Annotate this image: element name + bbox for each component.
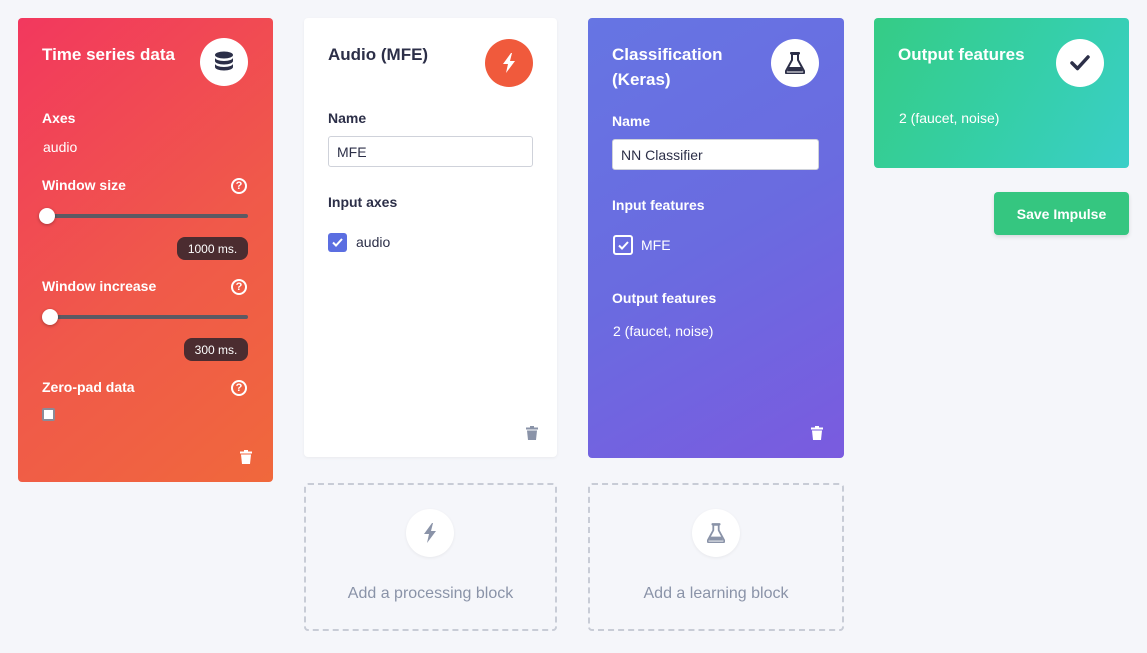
input-axes-label: Input axes [328, 194, 398, 210]
window-size-slider-thumb[interactable] [39, 208, 55, 224]
axes-value: audio [43, 139, 78, 155]
window-size-label: Window size [42, 177, 126, 193]
output-features-value: 2 (faucet, noise) [613, 323, 714, 339]
window-increase-slider[interactable] [42, 315, 248, 319]
input-feature-mfe-checkbox[interactable] [613, 235, 633, 255]
time-series-card: Time series data Axes audio Window size … [18, 18, 273, 482]
output-features-title: Output features [898, 45, 1025, 64]
output-features-card: Output features 2 (faucet, noise) [874, 18, 1129, 168]
database-icon [200, 38, 248, 86]
classification-name-input[interactable]: NN Classifier [612, 139, 819, 170]
window-increase-label: Window increase [42, 278, 157, 294]
zero-pad-help-icon[interactable]: ? [231, 380, 247, 396]
input-feature-mfe-label: MFE [641, 237, 671, 253]
flask-icon [692, 509, 740, 557]
trash-icon[interactable] [811, 426, 825, 442]
lightning-icon [485, 39, 533, 87]
classification-title: Classification (Keras) [612, 42, 723, 92]
add-learning-label: Add a learning block [643, 585, 789, 602]
audio-name-input[interactable]: MFE [328, 136, 533, 167]
classification-card: Classification (Keras) Name NN Classifie… [588, 18, 844, 458]
audio-mfe-card: Audio (MFE) Name MFE Input axes audio [304, 18, 557, 457]
input-axis-audio-label: audio [356, 234, 391, 250]
output-features-label: Output features [612, 290, 717, 306]
window-increase-slider-thumb[interactable] [42, 309, 58, 325]
window-size-help-icon[interactable]: ? [231, 178, 247, 194]
input-features-label: Input features [612, 197, 705, 213]
lightning-icon [406, 509, 454, 557]
flask-icon [771, 39, 819, 87]
trash-icon[interactable] [240, 450, 254, 466]
axes-label: Axes [42, 110, 76, 126]
classification-name-label: Name [612, 113, 651, 129]
time-series-title: Time series data [42, 45, 175, 64]
audio-name-label: Name [328, 110, 367, 126]
zero-pad-checkbox[interactable] [42, 408, 55, 421]
zero-pad-label: Zero-pad data [42, 379, 135, 395]
window-size-value-badge: 1000 ms. [177, 237, 248, 260]
audio-mfe-title: Audio (MFE) [328, 45, 429, 64]
trash-icon[interactable] [526, 426, 540, 442]
window-size-slider[interactable] [42, 214, 248, 218]
window-increase-help-icon[interactable]: ? [231, 279, 247, 295]
add-learning-block[interactable]: Add a learning block [588, 483, 844, 631]
output-features-card-value: 2 (faucet, noise) [899, 110, 1000, 126]
input-axis-audio-checkbox[interactable] [328, 233, 347, 252]
checkmark-icon [1056, 39, 1104, 87]
add-processing-label: Add a processing block [347, 585, 514, 602]
add-processing-block[interactable]: Add a processing block [304, 483, 557, 631]
classification-title-line2: (Keras) [612, 70, 671, 89]
window-increase-value-badge: 300 ms. [184, 338, 248, 361]
save-impulse-button[interactable]: Save Impulse [994, 192, 1129, 235]
classification-title-line1: Classification [612, 45, 723, 64]
